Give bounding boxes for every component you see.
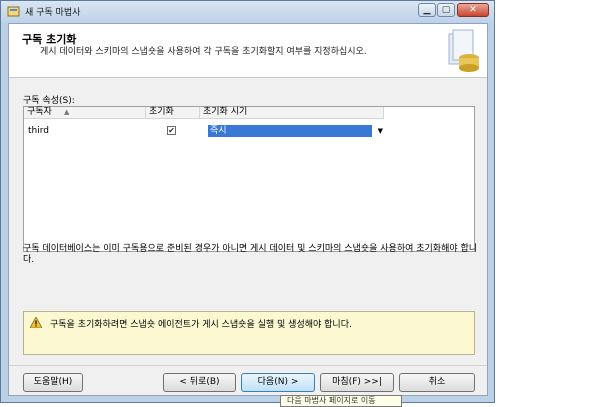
sort-ascending-icon: ▲	[64, 108, 70, 116]
subscription-properties-label: 구독 속성(S):	[23, 96, 75, 106]
help-button[interactable]: 도움말(H)	[23, 373, 83, 392]
minimize-button[interactable]: ▁	[418, 3, 436, 17]
window-title: 새 구독 마법사	[25, 8, 81, 18]
page-subtitle: 게시 데이터와 스키마의 스냅숏을 사용하여 각 구독을 초기화할지 여부를 지…	[40, 47, 367, 57]
wizard-content: 구독 초기화 게시 데이터와 스키마의 스냅숏을 사용하여 각 구독을 초기화할…	[8, 23, 488, 396]
initialization-note: 구독 데이터베이스는 이미 구독용으로 준비된 경우가 아니면 게시 데이터 및…	[23, 244, 478, 265]
initialize-when-dropdown[interactable]: 즉시 ▼	[208, 125, 384, 137]
wizard-app-icon	[7, 5, 20, 18]
warning-text: 구독을 초기화하려면 스냅숏 에이전트가 게시 스냅숏을 실행 및 생성해야 합…	[50, 320, 352, 330]
subscription-grid[interactable]: 구독자 ▲ 초기화 초기화 시기 third ✔ 즉시 ▼	[23, 106, 475, 252]
warning-icon	[30, 317, 42, 328]
dropdown-arrow-icon[interactable]: ▼	[378, 126, 383, 136]
maximize-icon: ▢	[441, 5, 451, 15]
wizard-header: 구독 초기화 게시 데이터와 스키마의 스냅숏을 사용하여 각 구독을 초기화할…	[9, 24, 487, 78]
next-button[interactable]: 다음(N) >	[241, 373, 315, 392]
close-icon: ✕	[469, 5, 477, 15]
initialize-when-value: 즉시	[208, 125, 372, 137]
finish-button[interactable]: 마침(F) >>|	[320, 373, 394, 392]
title-bar[interactable]: 새 구독 마법사 ▁ ▢ ✕	[1, 1, 494, 23]
column-header-when[interactable]: 초기화 시기	[200, 107, 384, 119]
check-icon: ✔	[168, 126, 175, 135]
column-header-subscriber[interactable]: 구독자 ▲	[24, 107, 146, 119]
close-button[interactable]: ✕	[457, 3, 489, 17]
wizard-window: 새 구독 마법사 ▁ ▢ ✕ 구독 초기화 게시 데이터와 스키마의 스냅숏을 …	[0, 0, 495, 403]
next-button-tooltip: 다음 마법사 페이지로 이동	[280, 395, 402, 407]
back-button[interactable]: < 뒤로(B)	[163, 373, 236, 392]
minimize-icon: ▁	[423, 5, 431, 15]
warning-panel: 구독을 초기화하려면 스냅숏 에이전트가 게시 스냅숏을 실행 및 생성해야 합…	[23, 311, 475, 355]
button-bar: 도움말(H) < 뒤로(B) 다음(N) > 마침(F) >>| 취소	[9, 365, 487, 395]
maximize-button[interactable]: ▢	[437, 3, 455, 17]
cancel-button[interactable]: 취소	[399, 373, 475, 392]
wizard-header-illustration	[448, 29, 479, 72]
initialize-checkbox[interactable]: ✔	[167, 126, 176, 135]
column-header-initialize[interactable]: 초기화	[146, 107, 200, 119]
subscriber-cell: third	[28, 126, 49, 136]
